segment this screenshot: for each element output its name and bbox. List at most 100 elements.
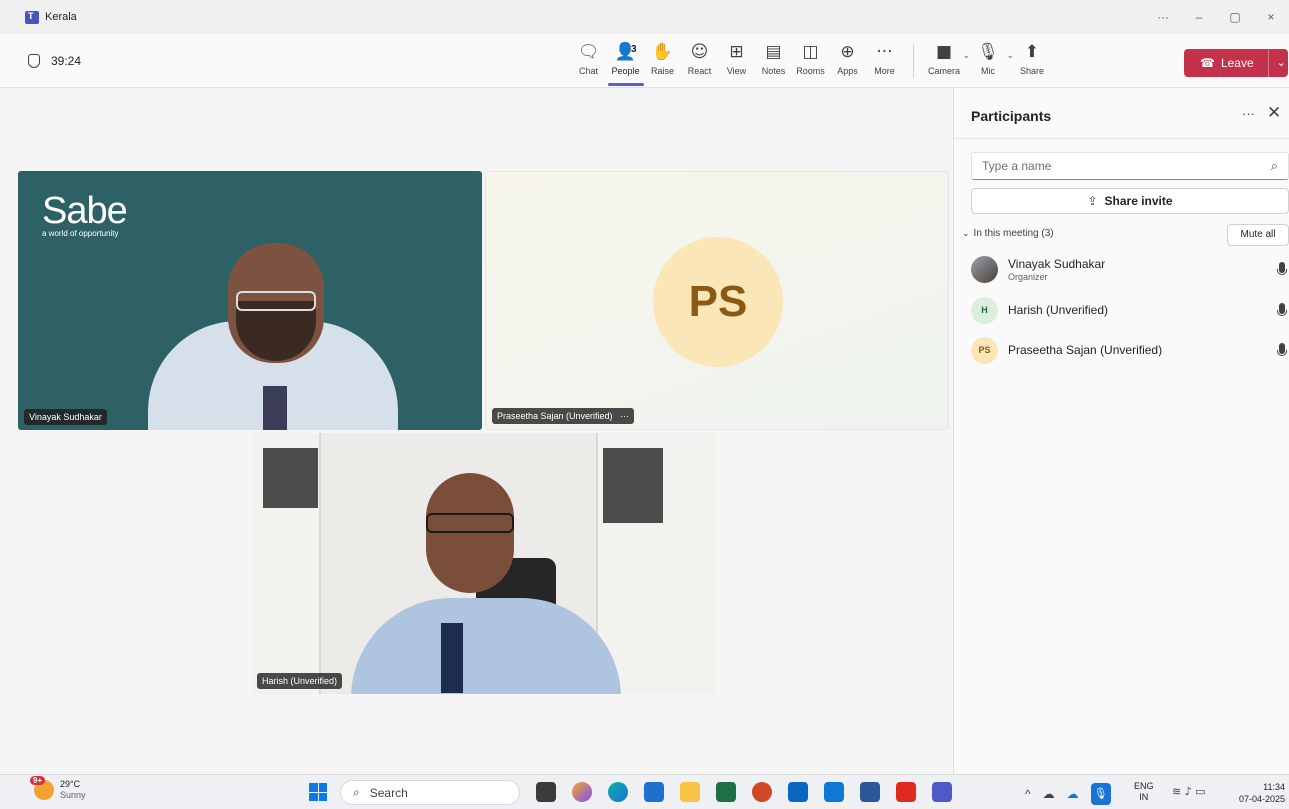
leave-chevron-icon[interactable]: ⌄: [1267, 49, 1286, 77]
mic-button[interactable]: 🎙 ⌄ Mic: [966, 42, 1014, 78]
view-button[interactable]: ⊞ View: [718, 42, 755, 78]
windows-logo-icon: [318, 792, 327, 801]
video-tile-harish[interactable]: Harish (Unverified): [251, 433, 716, 694]
company-logo: Sabe a world of opportunity: [42, 192, 128, 238]
close-window-icon[interactable]: ×: [1253, 10, 1289, 24]
people-button[interactable]: 👤 3 People: [607, 42, 644, 86]
outlook-icon[interactable]: [824, 782, 844, 802]
participants-panel: Participants ··· ✕ ⌕ ⇪ Share invite ⌄ In…: [953, 88, 1289, 774]
sun-icon: 9+: [30, 776, 54, 800]
avatar: H: [971, 296, 998, 324]
edge-icon[interactable]: [608, 782, 628, 802]
taskbar: 9+ 29°C Sunny ⌕ Search ^ ☁ ☁ 🎙 ENG IN ≋ …: [0, 774, 1289, 809]
close-icon[interactable]: ✕: [1267, 103, 1281, 123]
start-button[interactable]: [309, 783, 327, 801]
avatar: [971, 255, 998, 283]
linkedin-icon[interactable]: [788, 782, 808, 802]
clock-date: 07-04-2025: [1238, 794, 1285, 804]
chat-button[interactable]: 🗨 Chat: [570, 42, 607, 78]
system-tray: ^ ☁ ☁ 🎙: [1025, 783, 1111, 805]
avatar: PS: [653, 237, 783, 367]
timer-text: 39:24: [51, 54, 82, 68]
participant-row-vinayak[interactable]: Vinayak Sudhakar Organizer: [971, 251, 1289, 287]
onedrive-icon[interactable]: ☁: [1067, 787, 1079, 801]
share-button[interactable]: ⬆ Share: [1010, 42, 1054, 78]
participant-video-tie: [263, 386, 287, 430]
participant-name: Harish (Unverified): [1008, 303, 1109, 317]
chat-label: Chat: [578, 66, 598, 76]
word-icon[interactable]: [860, 782, 880, 802]
share-invite-label: Share invite: [1104, 194, 1173, 208]
acrobat-icon[interactable]: [896, 782, 916, 802]
participant-info: Praseetha Sajan (Unverified): [1008, 343, 1162, 357]
window-more-icon[interactable]: ···: [1145, 10, 1181, 24]
rooms-icon: ◫: [802, 42, 819, 62]
clock[interactable]: 11:34 07-04-2025: [1239, 781, 1285, 805]
raise-hand-button[interactable]: ✋ Raise: [644, 42, 681, 78]
taskbar-search[interactable]: ⌕ Search: [340, 780, 520, 805]
share-invite-button[interactable]: ⇪ Share invite: [971, 188, 1289, 214]
video-tile-praseetha[interactable]: PS Praseetha Sajan (Unverified) ···: [485, 171, 949, 430]
raise-label: Raise: [650, 66, 674, 76]
participant-row-praseetha[interactable]: PS Praseetha Sajan (Unverified): [971, 332, 1289, 368]
share-invite-icon: ⇪: [1087, 194, 1098, 208]
temperature: 29°C: [60, 779, 81, 789]
language-indicator[interactable]: ENG IN: [1134, 781, 1154, 803]
plus-icon: ⊕: [840, 42, 855, 62]
section-label: In this meeting (3): [973, 228, 1054, 239]
more-icon: ···: [876, 42, 893, 62]
media-controls: ■ ⌄ Camera 🎙 ⌄ Mic ⬆ Share: [922, 42, 1054, 78]
search-icon: ⌕: [353, 785, 360, 799]
camera-label: Camera: [927, 66, 960, 76]
network-volume-battery[interactable]: ≋ ♪ ▭: [1172, 785, 1206, 798]
camera-button[interactable]: ■ ⌄ Camera: [922, 42, 970, 78]
mic-in-use-icon[interactable]: 🎙: [1090, 783, 1111, 805]
apps-button[interactable]: ⊕ Apps: [829, 42, 866, 78]
video-tile-vinayak[interactable]: Sabe a world of opportunity Vinayak Sudh…: [18, 171, 482, 430]
teams-app-icon: [25, 10, 39, 24]
people-count: 3: [631, 44, 637, 55]
in-meeting-section-toggle[interactable]: ⌄ In this meeting (3): [962, 228, 1054, 239]
maximize-icon[interactable]: ▢: [1217, 10, 1253, 24]
meeting-tools: 🗨 Chat 👤 3 People ✋ Raise ☺ React ⊞ View…: [570, 42, 1054, 86]
search-input[interactable]: [982, 153, 1252, 179]
minimize-icon[interactable]: –: [1181, 10, 1217, 24]
powerpoint-icon[interactable]: [752, 782, 772, 802]
teams-icon[interactable]: [932, 782, 952, 802]
mic-icon[interactable]: [1277, 303, 1287, 316]
language-code: ENG: [1134, 781, 1154, 791]
copilot-icon[interactable]: [572, 782, 592, 802]
meeting-toolbar: 39:24 🗨 Chat 👤 3 People ✋ Raise ☺ React …: [0, 34, 1289, 88]
logo-tagline: a world of opportunity: [42, 229, 119, 238]
participant-info: Vinayak Sudhakar Organizer: [1008, 257, 1105, 282]
search-icon[interactable]: ⌕: [1271, 158, 1278, 174]
tile-name-label: Praseetha Sajan (Unverified) ···: [492, 408, 635, 424]
chevron-up-icon[interactable]: ^: [1025, 787, 1031, 801]
mic-icon[interactable]: [1277, 262, 1287, 275]
react-button[interactable]: ☺ React: [681, 42, 718, 78]
participant-row-harish[interactable]: H Harish (Unverified): [971, 292, 1289, 328]
weather-text: 29°C Sunny: [60, 779, 86, 801]
view-label: View: [726, 66, 747, 76]
panel-more-icon[interactable]: ···: [1242, 106, 1255, 121]
battery-icon: ▭: [1195, 785, 1206, 798]
participant-video-body: [351, 598, 621, 694]
mic-icon[interactable]: [1277, 343, 1287, 356]
window-controls: ··· – ▢ ×: [1145, 0, 1289, 34]
cloud-sync-icon[interactable]: ☁: [1043, 787, 1055, 801]
store-icon[interactable]: [644, 782, 664, 802]
leave-button[interactable]: ☎ Leave ⌄: [1184, 49, 1288, 77]
rooms-button[interactable]: ◫ Rooms: [792, 42, 829, 78]
task-view-icon[interactable]: [536, 782, 556, 802]
tile-more-icon[interactable]: ···: [620, 411, 629, 421]
participant-video-head: [426, 473, 514, 593]
people-label: People: [611, 66, 640, 76]
mute-all-button[interactable]: Mute all: [1227, 224, 1289, 246]
notes-button[interactable]: ▤ Notes: [755, 42, 792, 78]
more-button[interactable]: ··· More: [866, 42, 903, 78]
participant-video-tie: [441, 623, 463, 693]
weather-widget[interactable]: 9+ 29°C Sunny: [30, 776, 86, 801]
share-label: Share: [1019, 66, 1045, 76]
excel-icon[interactable]: [716, 782, 736, 802]
file-explorer-icon[interactable]: [680, 782, 700, 802]
